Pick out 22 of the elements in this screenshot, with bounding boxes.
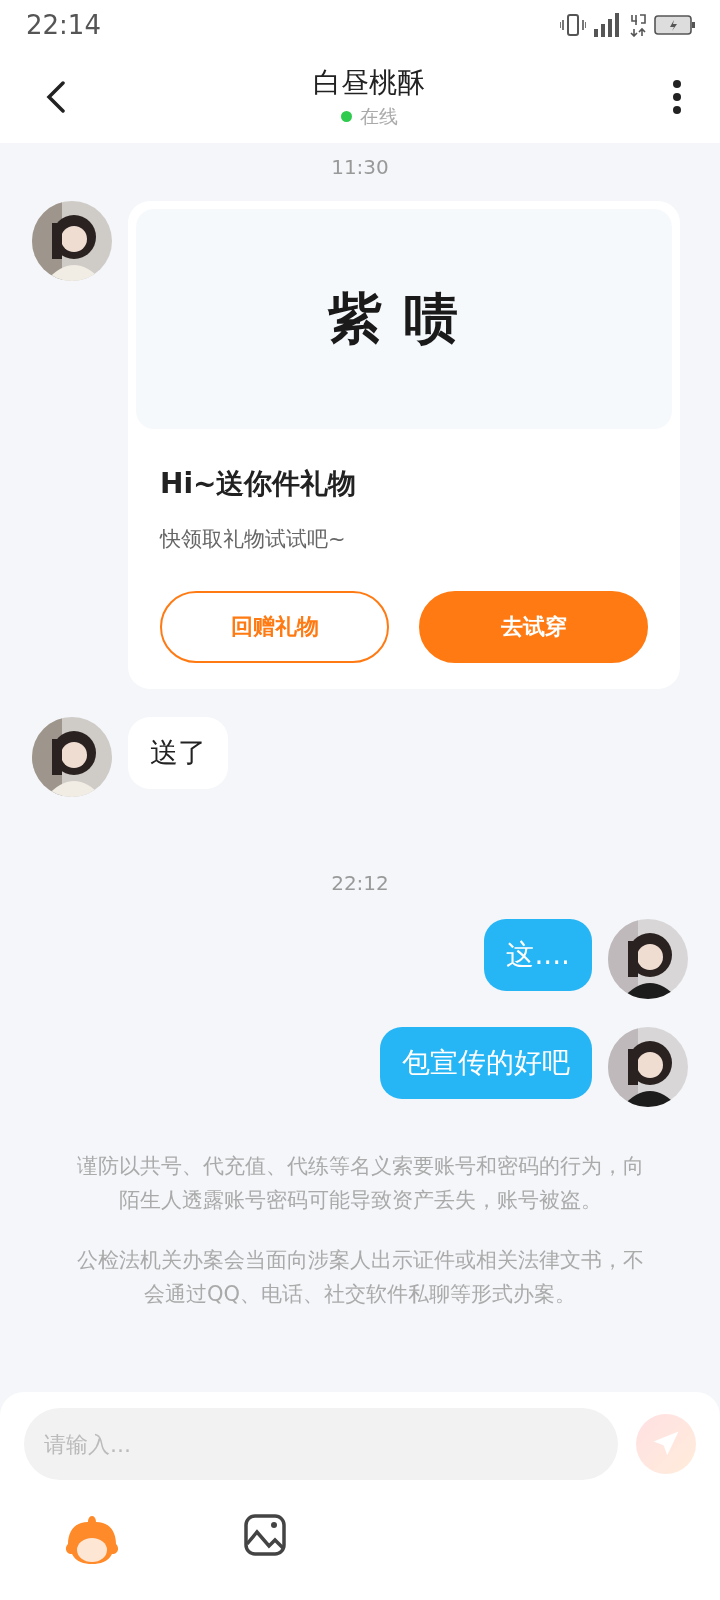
gift-title: Hi~送你件礼物 [160, 466, 358, 502]
message-bubble: 包宣传的好吧 [380, 1027, 592, 1099]
more-icon[interactable] [672, 79, 682, 114]
timestamp: 11:30 [331, 155, 389, 179]
gift-subtitle: 快领取礼物试试吧~ [160, 526, 347, 553]
chat-title: 白昼桃酥 [313, 64, 425, 101]
gift-name: 紫啧 [328, 285, 480, 352]
try-on-button[interactable]: 去试穿 [419, 591, 648, 663]
image-icon[interactable] [244, 1514, 286, 1556]
safety-notice: 谨防以共号、代充值、代练等名义索要账号和密码的行为，向陌生人透露账号密码可能导致资产丢失，账号被盗。 [75, 1153, 645, 1214]
signal-icon [594, 13, 622, 37]
safety-notice: 公检法机关办案会当面向涉案人出示证件或相关法律文书，不会通过QQ、电话、社交软件私聊等形式办案。 [75, 1247, 645, 1308]
message-bubble: 这.... [484, 919, 592, 991]
back-icon[interactable] [46, 80, 66, 113]
online-status: 在线 [359, 103, 398, 129]
status-time: 22:14 [26, 10, 101, 40]
message-bubble: 送了 [128, 717, 228, 789]
timestamp: 22:12 [331, 871, 389, 895]
return-gift-button[interactable]: 回赠礼物 [160, 591, 389, 663]
network-icon [630, 13, 646, 37]
vibrate-icon [560, 13, 586, 37]
battery-icon [654, 14, 696, 36]
